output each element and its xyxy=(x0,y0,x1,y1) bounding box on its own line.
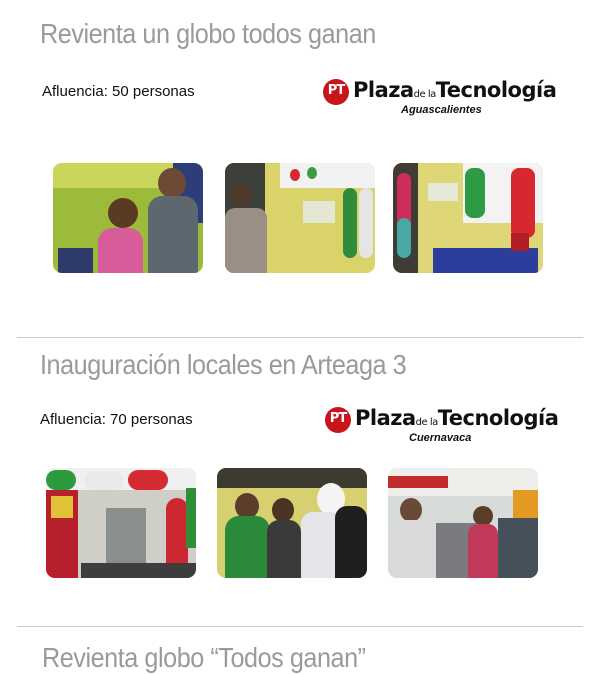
logo-city: Aguascalientes xyxy=(401,104,482,116)
event-photo[interactable] xyxy=(217,468,367,578)
attendance-label: Afluencia: 70 personas xyxy=(40,411,193,428)
plaza-tecnologia-logo: PT Plazade laTecnología Cuernavaca xyxy=(325,406,570,446)
event-photo[interactable] xyxy=(393,163,543,273)
event-photo[interactable] xyxy=(388,468,538,578)
event-photo[interactable] xyxy=(46,468,196,578)
logo-brand: Plazade laTecnología xyxy=(353,78,557,102)
event-title: Revienta un globo todos ganan xyxy=(40,18,376,49)
section-divider xyxy=(17,337,583,338)
logo-city: Cuernavaca xyxy=(409,432,472,444)
attendance-label: Afluencia: 50 personas xyxy=(42,83,195,100)
event-photo[interactable] xyxy=(53,163,203,273)
pt-badge-icon: PT xyxy=(325,407,351,433)
section-divider xyxy=(17,626,583,627)
event-photo[interactable] xyxy=(225,163,375,273)
event-title: Revienta globo “Todos ganan” xyxy=(42,642,366,673)
event-title: Inauguración locales en Arteaga 3 xyxy=(40,349,407,380)
pt-badge-icon: PT xyxy=(323,79,349,105)
plaza-tecnologia-logo: PT Plazade laTecnología Aguascalientes xyxy=(323,78,568,118)
logo-brand: Plazade laTecnología xyxy=(355,406,559,430)
